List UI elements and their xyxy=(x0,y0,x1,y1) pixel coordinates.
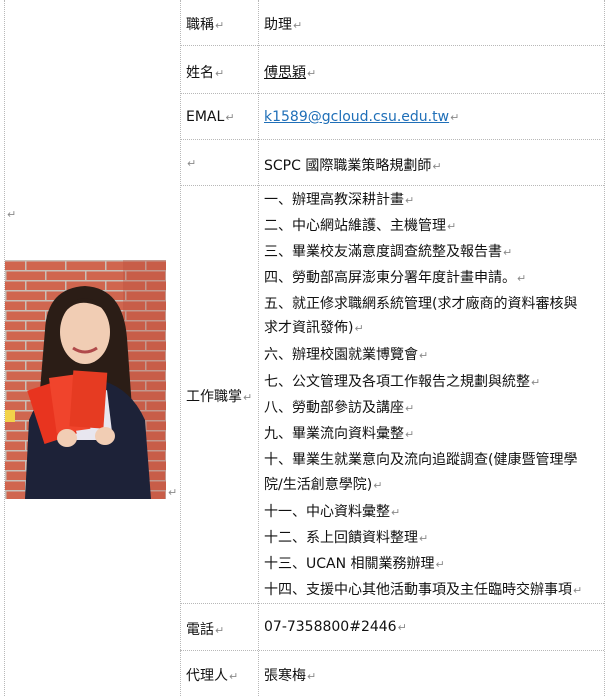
duty-item: 十三、UCAN 相關業務辦理↵ xyxy=(264,556,445,572)
duty-item: 八、勞動部參訪及講座↵ xyxy=(264,400,415,416)
duty-item: 六、辦理校園就業博覽會↵ xyxy=(264,347,429,363)
portrait-image xyxy=(5,260,166,499)
paragraph-mark-icon: ↵ xyxy=(293,19,303,32)
duty-item: 一、辦理高教深耕計畫↵ xyxy=(264,192,415,208)
paragraph-mark-icon: ↵ xyxy=(7,208,17,221)
table-border-col1 xyxy=(180,0,181,696)
duty-item: 九、畢業流向資料彙整↵ xyxy=(264,426,415,442)
paragraph-mark-icon: ↵ xyxy=(307,670,317,683)
title-label-cell: 職稱↵ xyxy=(186,14,224,34)
name-value: 傅思穎 xyxy=(264,65,306,81)
paragraph-mark-icon: ↵ xyxy=(419,532,429,545)
row-divider xyxy=(180,603,604,604)
table-border-col2 xyxy=(258,0,259,696)
email-link[interactable]: k1589@gcloud.csu.edu.tw xyxy=(264,109,449,125)
email-label: EMAL xyxy=(186,109,225,125)
phone-value-cell: 07-7358800#2446↵ xyxy=(264,619,407,635)
phone-label-cell: 電話↵ xyxy=(186,619,224,639)
paragraph-mark-icon: ↵ xyxy=(450,111,460,124)
paragraph-mark-icon: ↵ xyxy=(405,428,415,441)
paragraph-mark-icon: ↵ xyxy=(419,349,429,362)
paragraph-mark-icon: ↵ xyxy=(243,391,253,404)
paragraph-mark-icon: ↵ xyxy=(354,322,364,335)
cert-label-cell: ↵ xyxy=(186,155,196,171)
email-value-cell: k1589@gcloud.csu.edu.tw↵ xyxy=(264,109,459,125)
email-label-cell: EMAL↵ xyxy=(186,109,235,125)
row-divider xyxy=(180,45,604,46)
table-border-right xyxy=(604,0,605,696)
deputy-label: 代理人 xyxy=(186,668,228,684)
row-divider xyxy=(180,185,604,186)
paragraph-mark-icon: ↵ xyxy=(432,160,442,173)
duty-item: 五、就正修求職網系統管理(求才廠商的資料審核與 xyxy=(264,296,578,312)
row-divider xyxy=(180,93,604,94)
name-label: 姓名 xyxy=(186,65,214,81)
duty-item: 十、畢業生就業意向及流向追蹤調查(健康暨管理學 xyxy=(264,452,578,468)
row-divider xyxy=(180,650,604,651)
duty-item: 三、畢業校友滿意度調查統整及報告書↵ xyxy=(264,244,513,260)
cert-value: SCPC 國際職業策略規劃師 xyxy=(264,158,432,174)
paragraph-mark-icon: ↵ xyxy=(168,486,178,499)
duty-item: 十二、系上回饋資料整理↵ xyxy=(264,530,429,546)
paragraph-mark-icon: ↵ xyxy=(447,220,457,233)
paragraph-mark-icon: ↵ xyxy=(215,67,225,80)
paragraph-mark-icon: ↵ xyxy=(405,194,415,207)
title-value-cell: 助理↵ xyxy=(264,14,302,34)
title-label: 職稱 xyxy=(186,17,214,33)
duty-item: 十四、支援中心其他活動事項及主任臨時交辦事項↵ xyxy=(264,582,583,598)
phone-label: 電話 xyxy=(186,622,214,638)
duty-item: 二、中心網站維護、主機管理↵ xyxy=(264,218,457,234)
duty-item: 七、公文管理及各項工作報告之規劃與統整↵ xyxy=(264,374,541,390)
paragraph-mark-icon: ↵ xyxy=(435,558,445,571)
deputy-label-cell: 代理人↵ xyxy=(186,665,238,685)
paragraph-mark-icon: ↵ xyxy=(405,402,415,415)
row-divider xyxy=(180,139,604,140)
paragraph-mark-icon: ↵ xyxy=(531,376,541,389)
paragraph-mark-icon: ↵ xyxy=(187,157,197,170)
paragraph-mark-icon: ↵ xyxy=(225,111,235,124)
cert-value-cell: SCPC 國際職業策略規劃師↵ xyxy=(264,155,442,175)
phone-value: 07-7358800#2446 xyxy=(264,619,397,635)
paragraph-mark-icon: ↵ xyxy=(229,670,239,683)
paragraph-mark-icon: ↵ xyxy=(573,584,583,597)
paragraph-mark-icon: ↵ xyxy=(215,19,225,32)
name-label-cell: 姓名↵ xyxy=(186,62,224,82)
paragraph-mark-icon: ↵ xyxy=(373,479,383,492)
title-value: 助理 xyxy=(264,17,292,33)
duty-item-continued: 求才資訊發佈)↵ xyxy=(264,320,364,336)
deputy-value: 張寒梅 xyxy=(264,668,306,684)
paragraph-mark-icon: ↵ xyxy=(391,506,401,519)
duty-item: 四、勞動部高屏澎東分署年度計畫申請。↵ xyxy=(264,270,527,286)
duties-label: 工作職掌 xyxy=(186,389,242,405)
duty-item: 十一、中心資料彙整↵ xyxy=(264,504,401,520)
duty-item-continued: 院/生活創意學院)↵ xyxy=(264,477,383,493)
paragraph-mark-icon: ↵ xyxy=(397,621,407,634)
paragraph-mark-icon: ↵ xyxy=(517,272,527,285)
profile-photo xyxy=(5,260,166,499)
paragraph-mark-icon: ↵ xyxy=(215,624,225,637)
paragraph-mark-icon: ↵ xyxy=(503,246,513,259)
deputy-value-cell: 張寒梅↵ xyxy=(264,665,316,685)
paragraph-mark-icon: ↵ xyxy=(307,67,317,80)
name-value-cell: 傅思穎↵ xyxy=(264,62,316,82)
duties-label-cell: 工作職掌↵ xyxy=(186,386,252,406)
